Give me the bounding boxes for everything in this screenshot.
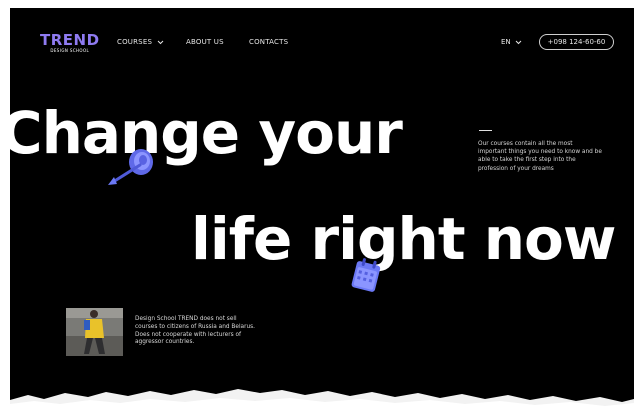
nav-courses[interactable]: COURSES bbox=[117, 38, 164, 46]
language-selector[interactable]: EN bbox=[501, 38, 522, 46]
nav-contacts[interactable]: CONTACTS bbox=[249, 38, 288, 46]
nav-about-us[interactable]: ABOUT US bbox=[186, 38, 224, 46]
student-photo bbox=[66, 308, 123, 356]
notice-text: Design School TREND does not sell course… bbox=[135, 316, 256, 346]
logo-text: TREND bbox=[40, 31, 100, 49]
calendar-icon bbox=[349, 256, 383, 300]
phone-button[interactable]: +098 124-60-60 bbox=[539, 34, 614, 50]
chevron-down-icon bbox=[157, 39, 164, 45]
hero-section: TREND DESIGN SCHOOL COURSES ABOUT US CON… bbox=[10, 8, 634, 411]
chevron-down-icon bbox=[515, 39, 522, 45]
hero-headline-line2: life right now bbox=[191, 205, 616, 273]
logo[interactable]: TREND DESIGN SCHOOL bbox=[40, 32, 100, 54]
torn-paper-edge bbox=[10, 389, 634, 411]
language-label: EN bbox=[501, 38, 511, 46]
hero-headline-line1: Change your bbox=[10, 99, 403, 167]
description-dash bbox=[479, 130, 492, 131]
nav-courses-label: COURSES bbox=[117, 38, 153, 46]
hero-description: Our courses contain all the most importa… bbox=[478, 141, 602, 172]
dart-target-icon bbox=[106, 147, 156, 193]
